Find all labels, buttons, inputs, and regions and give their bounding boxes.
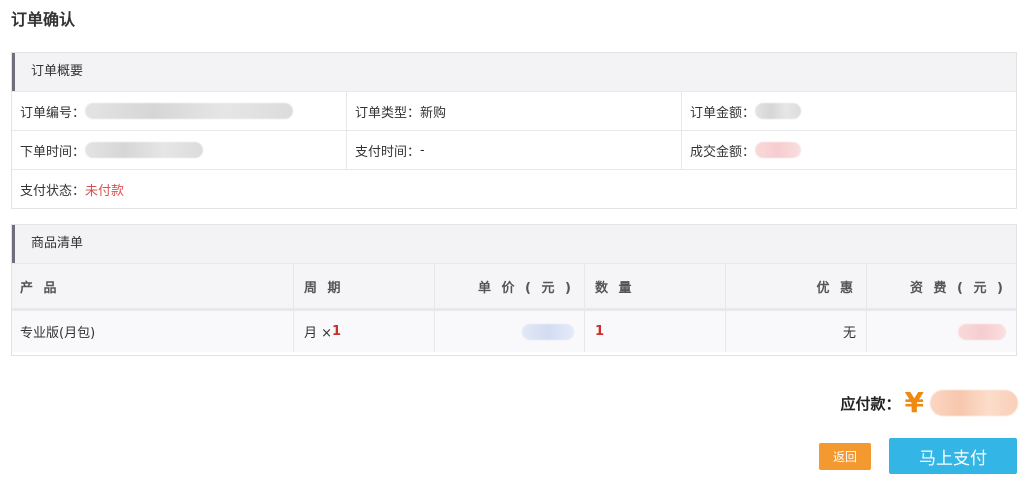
product-list-panel: 商品清单 产 品 周 期 单 价 ( 元 ) 数 量 优 惠 资 费 ( 元 )… — [11, 224, 1017, 356]
deal-amount-label: 成交金额： — [690, 144, 756, 160]
pay-status-cell: 支付状态： 未付款 — [12, 170, 1016, 208]
fee-redacted — [958, 323, 1006, 340]
column-header-product: 产 品 — [12, 264, 294, 308]
order-amount-label: 订单金额： — [690, 105, 756, 121]
back-button[interactable]: 返回 — [819, 443, 871, 470]
summary-row: 下单时间： 支付时间： - 成交金额： — [12, 130, 1016, 169]
pay-status-label: 支付状态： — [20, 183, 86, 199]
order-time-redacted — [85, 142, 204, 158]
fee-cell — [867, 311, 1016, 352]
pay-time-value: - — [420, 142, 425, 158]
total-amount-redacted — [930, 390, 1018, 416]
pay-status-value: 未付款 — [85, 183, 125, 199]
quantity-value: 1 — [585, 311, 726, 352]
pay-time-label: 支付时间： — [355, 144, 421, 160]
table-header: 产 品 周 期 单 价 ( 元 ) 数 量 优 惠 资 费 ( 元 ) — [12, 263, 1016, 311]
total-label: 应付款： — [840, 394, 901, 413]
discount-value: 无 — [726, 311, 867, 352]
order-type-cell: 订单类型： 新购 — [347, 92, 682, 130]
order-number-cell: 订单编号： — [12, 92, 347, 130]
column-header-quantity: 数 量 — [585, 264, 726, 308]
order-time-label: 下单时间： — [20, 144, 86, 160]
order-amount-redacted — [755, 103, 802, 119]
order-summary-panel: 订单概要 订单编号： 订单类型： 新购 订单金额： 下单时间： 支付时间： - … — [11, 52, 1017, 209]
order-type-value: 新购 — [420, 105, 447, 121]
column-header-discount: 优 惠 — [726, 264, 867, 308]
unit-price-redacted — [522, 323, 574, 340]
deal-amount-cell: 成交金额： — [682, 131, 1016, 169]
order-number-label: 订单编号： — [20, 105, 86, 121]
summary-row: 支付状态： 未付款 — [12, 169, 1016, 208]
total-payable: 应付款： ¥ — [840, 386, 1018, 419]
summary-row: 订单编号： 订单类型： 新购 订单金额： — [12, 91, 1016, 130]
currency-symbol: ¥ — [904, 386, 924, 419]
column-header-unit-price: 单 价 ( 元 ) — [435, 264, 585, 308]
order-type-label: 订单类型： — [355, 105, 421, 121]
column-header-period: 周 期 — [294, 264, 435, 308]
deal-amount-redacted — [755, 142, 802, 158]
period-cell: 月 × 1 — [294, 311, 435, 352]
page-title: 订单确认 — [11, 10, 76, 29]
order-time-cell: 下单时间： — [12, 131, 347, 169]
pay-now-button[interactable]: 马上支付 — [889, 438, 1017, 474]
table-row: 专业版(月包) 月 × 1 1 无 — [12, 311, 1016, 352]
order-summary-heading: 订单概要 — [12, 53, 1016, 91]
order-number-redacted — [85, 103, 294, 119]
column-header-fee: 资 费 ( 元 ) — [910, 280, 1006, 296]
product-name: 专业版(月包) — [12, 311, 294, 352]
period-count: 1 — [332, 324, 342, 339]
pay-time-cell: 支付时间： - — [347, 131, 682, 169]
period-unit: 月 × — [304, 326, 333, 341]
unit-price-cell — [435, 311, 585, 352]
order-amount-cell: 订单金额： — [682, 92, 1016, 130]
product-list-heading: 商品清单 — [12, 225, 1016, 263]
